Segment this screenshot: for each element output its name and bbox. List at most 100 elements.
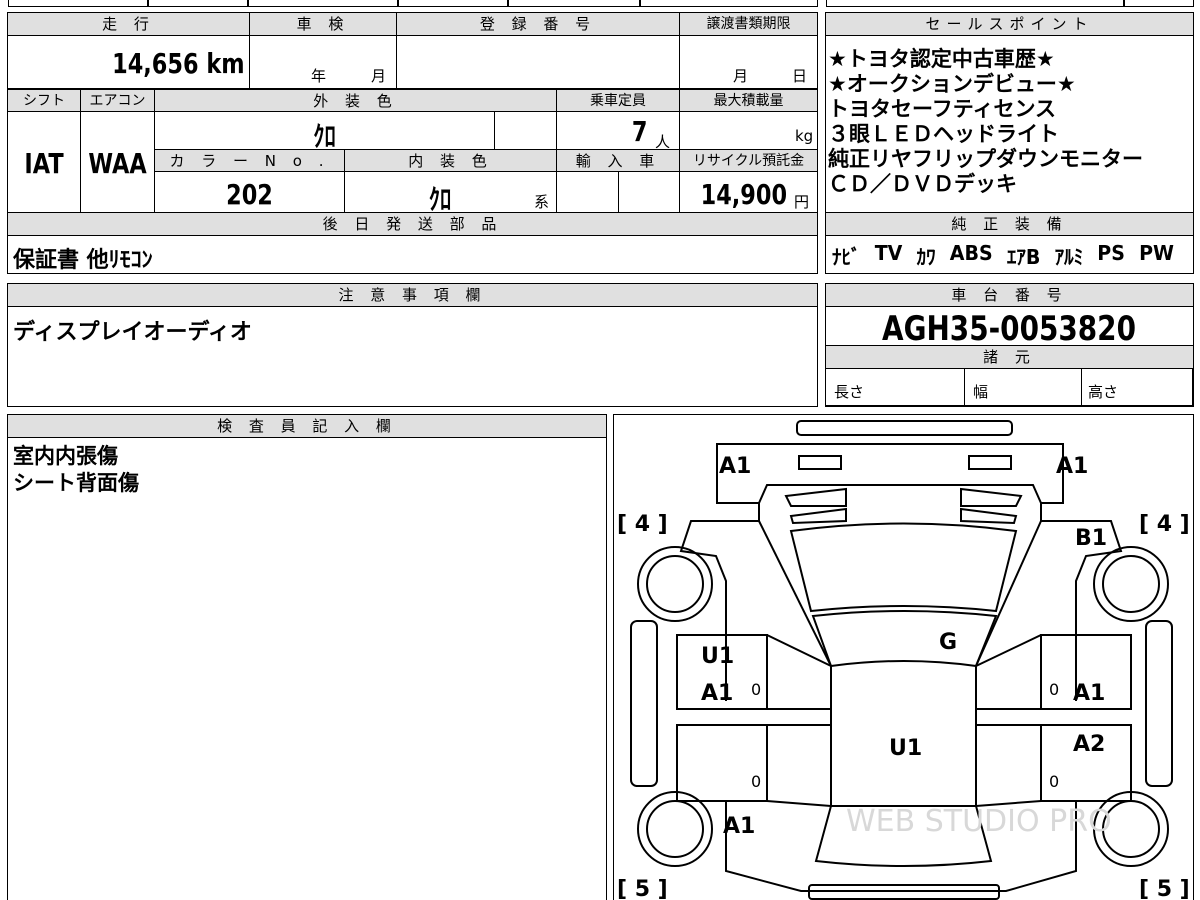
wiper-right [960,507,1018,525]
inspector-header: 検 査 員 記 入 欄 [7,414,607,438]
wheel-front-left [637,546,713,622]
color-no-header: カ ラ ー N o . [154,149,345,172]
length-label: 長さ [834,383,865,401]
top-strip-cell [398,0,508,7]
max-load-header: 最大積載量 [679,89,818,112]
recycle-header: リサイクル預託金 [679,149,818,172]
inspector-box: 検 査 員 記 入 欄 室内内張傷 シート背面傷 [7,414,607,900]
delivery-parts-header: 後 日 発 送 部 品 [7,212,818,236]
zero-mark: 0 [1049,680,1059,699]
car-diagram: [ 4 ] [ 4 ] [ 5 ] [ 5 ] 0 0 0 0 A1 A1 B1… [617,420,1190,900]
exterior-color-header: 外 装 色 [154,89,557,112]
mark-left-rear-quarter: A1 [723,814,755,839]
watermark: WEB STUDIO PRO [846,804,1112,839]
top-strip-cell [1124,0,1194,7]
side-bumper-right [1145,620,1173,787]
mark-right-front-fender: B1 [1075,526,1107,551]
headlight-right [968,455,1012,470]
wiper-left [789,507,847,525]
vehicle-info-table: 走 行 車 検 登 録 番 号 譲渡書類期限 14,656 km 年 月 月 日… [7,12,818,274]
top-strip-cell [640,0,818,7]
roof-inner [830,660,977,667]
mark-right-rear-door: A2 [1073,732,1105,757]
max-load-unit: kg [795,127,814,145]
notes-header: 注 意 事 項 欄 [7,283,818,307]
interior-color-header: 内 装 色 [344,149,557,172]
front-bumper [796,420,1013,436]
recycle-value: 14,900 [700,178,787,211]
sales-point-line: 純正リヤフリップダウンモニター [828,147,1143,171]
windshield [789,522,1018,613]
zero-mark: 0 [1049,772,1059,791]
equipment-item: PW [1139,241,1174,265]
inspection-month-unit: 月 [371,67,387,85]
equipment-item: ﾅﾋﾞ [832,245,861,269]
chassis-number: AGH35-0053820 [882,309,1136,349]
interior-color-unit: 系 [534,193,550,211]
side-bumper-left [630,620,658,787]
import-cell-right [618,171,680,213]
roof [811,610,998,807]
aircon-header: エアコン [80,89,155,112]
shift-header: シフト [7,89,81,112]
sales-point-line: ＣＤ／ＤＶＤデッキ [828,172,1017,196]
equipment-item: ｴｱB [1006,245,1041,269]
tire-rear-right: [ 5 ] [1139,877,1190,900]
headlight-left [798,455,842,470]
mark-right-front-door: A1 [1073,681,1105,706]
top-strip-cell [508,0,640,7]
registration-cell [396,35,680,89]
top-strip-cell [8,0,148,7]
wheel-rear-left [637,791,713,867]
tire-front-left: [ 4 ] [617,512,668,537]
genuine-equipment-list: ﾅﾋﾞ TV ｶﾜ ABS ｴｱB ｱﾙﾐ PS PW [832,241,1174,271]
inspector-line: 室内内張傷 [13,444,118,468]
sales-points-box: セールスポイント ★トヨタ認定中古車歴★ ★オークションデビュー★ トヨタセーフ… [825,12,1194,274]
equipment-item: PS [1097,241,1125,265]
cowl-vent-left [784,487,847,507]
specs-header: 諸 元 [825,345,1194,369]
notes-box: 注 意 事 項 欄 ディスプレイオーディオ [7,283,818,407]
cowl-vent-right [960,487,1023,507]
aircon-value: WAA [88,147,147,180]
top-strip-cell [248,0,398,7]
equipment-item: ｶﾜ [916,245,936,269]
tire-front-right: [ 4 ] [1139,512,1190,537]
import-header: 輸 入 車 [556,149,680,172]
equipment-item: TV [874,241,903,265]
width-label: 幅 [973,383,989,401]
mileage-value: 14,656 km [112,47,245,80]
mark-front-right: A1 [1056,454,1088,479]
registration-header: 登 録 番 号 [396,12,680,36]
mark-roof: U1 [889,736,922,761]
recycle-unit: 円 [794,193,810,211]
wheel-front-right [1093,546,1169,622]
car-diagram-box: [ 4 ] [ 4 ] [ 5 ] [ 5 ] 0 0 0 0 A1 A1 B1… [613,414,1194,900]
exterior-color-sub-cell [494,111,557,150]
inspection-year-unit: 年 [311,67,327,85]
shift-value: IAT [24,147,64,180]
inspection-header: 車 検 [249,12,397,36]
genuine-equipment-header: 純 正 装 備 [825,212,1194,236]
import-cell-left [556,171,619,213]
mark-left-front-door-1: U1 [701,644,734,669]
inspector-notes: 室内内張傷 シート背面傷 [13,443,139,497]
sales-point-line: ★トヨタ認定中古車歴★ [828,47,1055,71]
capacity-header: 乗車定員 [556,89,680,112]
transfer-day-unit: 日 [792,67,808,85]
mark-windshield: G [939,630,957,655]
equipment-item: ｱﾙﾐ [1054,245,1084,269]
zero-mark: 0 [751,772,761,791]
inspector-line: シート背面傷 [13,471,139,495]
top-strip-cell [148,0,248,7]
body-left-side [679,503,760,701]
transfer-deadline-header: 譲渡書類期限 [679,12,818,36]
sales-points-list: ★トヨタ認定中古車歴★ ★オークションデビュー★ トヨタセーフティセンス ３眼Ｌ… [828,47,1190,219]
notes-text: ディスプレイオーディオ [13,320,252,345]
delivery-parts-value: 保証書 他ﾘﾓｺﾝ [13,248,153,273]
mark-left-front-door-2: A1 [701,681,733,706]
capacity-value: 7 [631,115,647,148]
zero-mark: 0 [751,680,761,699]
tire-rear-left: [ 5 ] [617,877,668,900]
top-strip-cell [826,0,1124,7]
